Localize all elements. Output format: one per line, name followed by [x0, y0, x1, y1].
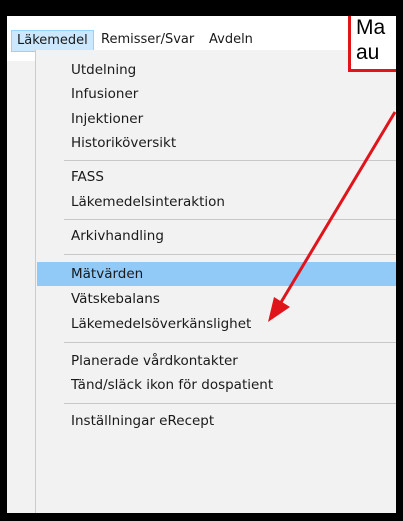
menu-item-tand-slack-ikon[interactable]: Tänd/släck ikon för dospatient [37, 373, 396, 397]
menu-lakemedel[interactable]: Läkemedel [11, 30, 94, 52]
menu-separator [64, 342, 396, 343]
lakemedel-dropdown-menu: Utdelning Infusioner Injektioner Histori… [35, 50, 396, 513]
menu-separator [64, 403, 396, 404]
menu-separator [64, 160, 396, 161]
app-window: Läkemedel Remisser/Svar Avdeln Utdelning… [0, 0, 403, 521]
menu-item-planerade-vardkontakter[interactable]: Planerade vårdkontakter [37, 349, 396, 373]
callout-text-line-2: au [356, 41, 380, 64]
menu-avdelning[interactable]: Avdeln [204, 30, 258, 52]
menu-item-matvarden[interactable]: Mätvärden [37, 262, 396, 286]
annotation-callout-box: Ma au [348, 16, 396, 72]
menu-item-lakemedelsinteraktion[interactable]: Läkemedelsinteraktion [37, 190, 396, 214]
menu-remisser-svar[interactable]: Remisser/Svar [96, 30, 199, 52]
menu-item-installningar-erecept[interactable]: Inställningar eRecept [37, 409, 396, 433]
menu-separator [64, 219, 396, 220]
menu-separator [64, 254, 396, 255]
menu-item-lakemedelsoverkanslighet[interactable]: Läkemedelsöverkänslighet [37, 312, 396, 336]
menu-item-arkivhandling[interactable]: Arkivhandling [37, 224, 396, 248]
menu-item-historikoversikt[interactable]: Historiköversikt [37, 131, 396, 155]
menu-item-injektioner[interactable]: Injektioner [37, 107, 396, 131]
menu-item-infusioner[interactable]: Infusioner [37, 82, 396, 106]
callout-text-line-1: Ma [356, 16, 386, 39]
menu-item-fass[interactable]: FASS [37, 165, 396, 189]
menu-item-vatskebalans[interactable]: Vätskebalans [37, 287, 396, 311]
